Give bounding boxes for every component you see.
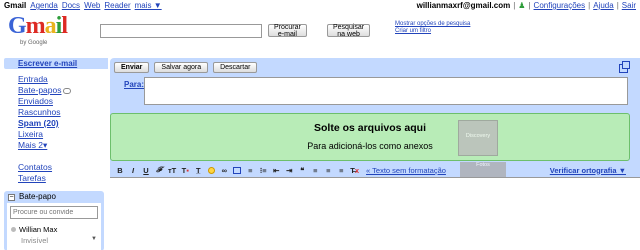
highlight-icon[interactable]: T̲ bbox=[194, 166, 202, 175]
save-draft-button[interactable]: Salvar agora bbox=[154, 62, 209, 73]
italic-icon[interactable]: I bbox=[129, 166, 137, 175]
gmail-logo[interactable]: Gmail by Google bbox=[8, 14, 88, 50]
chat-user-name: Willian Max bbox=[19, 225, 58, 234]
chat-body: Willian Max Invisível ▼ bbox=[7, 203, 101, 250]
settings-link[interactable]: Configurações bbox=[534, 1, 586, 10]
create-filter-link[interactable]: Criar um filtro bbox=[395, 28, 431, 34]
search-input[interactable] bbox=[100, 24, 262, 38]
plain-text-link[interactable]: « Texto sem formatação bbox=[366, 166, 446, 175]
collapse-icon[interactable]: − bbox=[8, 193, 15, 201]
top-nav-web[interactable]: Web bbox=[84, 1, 100, 10]
chat-user[interactable]: Willian Max bbox=[11, 225, 57, 234]
chat-search-input[interactable] bbox=[10, 206, 98, 219]
folder-list: Entrada Bate-papos Enviados Rascunhos Sp… bbox=[18, 74, 72, 150]
sidebar-item-contacts[interactable]: Contatos bbox=[18, 162, 52, 172]
sidebar-item-chats[interactable]: Bate-papos bbox=[18, 85, 61, 95]
compose-mail-link[interactable]: Escrever e-mail bbox=[4, 58, 108, 69]
search-mail-button[interactable]: Procurar e-mail bbox=[268, 24, 307, 38]
gmail-wordmark: Gmail bbox=[8, 13, 68, 39]
account-bar: willianmaxrf@gmail.com | ♟ | Configuraçõ… bbox=[416, 1, 636, 10]
to-label[interactable]: Para: bbox=[124, 80, 144, 89]
sidebar-item-sent[interactable]: Enviados bbox=[18, 96, 71, 106]
formatting-toolbar: B I U 𝓕 тT T ▪ T̲ ∞ ≡ ⁝≡ ⇤ ⇥ ❝ ≡ ≡ ≡ T̶ x … bbox=[116, 164, 628, 176]
top-nav-more[interactable]: mais ▼ bbox=[135, 1, 162, 10]
bullet-list-icon[interactable]: ⁝≡ bbox=[259, 166, 267, 175]
text-color-icon[interactable]: T ▪ bbox=[181, 166, 189, 175]
status-dot-icon bbox=[11, 227, 16, 232]
status-dropdown-icon[interactable]: ▼ bbox=[91, 236, 97, 242]
signout-link[interactable]: Sair bbox=[622, 1, 636, 10]
top-nav-agenda[interactable]: Agenda bbox=[30, 1, 58, 10]
dragged-file-label: Fotos bbox=[460, 162, 506, 178]
font-icon[interactable]: 𝓕 bbox=[155, 165, 163, 175]
sidebar-item-more[interactable]: Mais 2▾ bbox=[18, 140, 71, 150]
help-link[interactable]: Ajuda bbox=[593, 1, 613, 10]
drop-zone-title: Solte os arquivos aqui bbox=[313, 122, 427, 134]
message-body[interactable] bbox=[110, 177, 640, 250]
to-field[interactable] bbox=[144, 77, 628, 105]
top-nav-docs[interactable]: Docs bbox=[62, 1, 80, 10]
show-search-options-link[interactable]: Mostrar opções de pesquisa bbox=[395, 21, 470, 27]
bold-icon[interactable]: B bbox=[116, 166, 124, 175]
image-icon[interactable] bbox=[233, 166, 242, 175]
sidebar-item-trash[interactable]: Lixeira bbox=[18, 129, 71, 139]
by-google: by Google bbox=[20, 40, 48, 46]
outdent-icon[interactable]: ⇤ bbox=[272, 166, 280, 175]
top-bar: Gmail Agenda Docs Web Reader mais ▼ will… bbox=[0, 0, 640, 10]
chat-title: Bate-papo bbox=[19, 192, 56, 201]
search-web-button[interactable]: Pesquisar na web bbox=[327, 24, 371, 38]
spellcheck-link[interactable]: Verificar ortografia ▼ bbox=[550, 166, 626, 175]
sidebar-item-drafts[interactable]: Rascunhos bbox=[18, 107, 71, 117]
chat-status[interactable]: Invisível bbox=[21, 236, 48, 245]
font-size-icon[interactable]: тT bbox=[168, 166, 176, 175]
top-nav: Gmail Agenda Docs Web Reader mais ▼ bbox=[4, 1, 162, 10]
top-nav-gmail[interactable]: Gmail bbox=[4, 1, 26, 10]
align-left-icon[interactable]: ≡ bbox=[311, 166, 319, 175]
dragged-file-thumbnail: Discovery bbox=[458, 120, 498, 156]
user-icon: ♟ bbox=[518, 1, 526, 10]
drop-zone[interactable]: Solte os arquivos aqui Para adicioná-los… bbox=[110, 113, 630, 161]
secondary-links: Contatos Tarefas bbox=[18, 162, 52, 183]
compose-panel: Enviar Salvar agora Descartar Para: Solt… bbox=[110, 58, 640, 250]
remove-format-icon[interactable]: T̶ x bbox=[350, 166, 359, 175]
send-button[interactable]: Enviar bbox=[114, 62, 150, 73]
align-center-icon[interactable]: ≡ bbox=[324, 166, 332, 175]
indent-icon[interactable]: ⇥ bbox=[285, 166, 293, 175]
discard-button[interactable]: Descartar bbox=[213, 62, 258, 73]
chat-panel: − Bate-papo Willian Max Invisível ▼ bbox=[4, 191, 104, 250]
sidebar-item-spam[interactable]: Spam (20) bbox=[18, 118, 71, 128]
numbered-list-icon[interactable]: ≡ bbox=[246, 166, 254, 175]
align-right-icon[interactable]: ≡ bbox=[337, 166, 345, 175]
compose-actions: Enviar Salvar agora Descartar bbox=[114, 62, 258, 73]
sidebar-item-inbox[interactable]: Entrada bbox=[18, 74, 71, 84]
drop-zone-subtitle: Para adicioná-los como anexos bbox=[307, 141, 433, 151]
sidebar: Escrever e-mail Entrada Bate-papos Envia… bbox=[0, 58, 108, 250]
chat-bubble-icon bbox=[63, 87, 72, 94]
chat-header[interactable]: − Bate-papo bbox=[4, 191, 104, 203]
search-options: Mostrar opções de pesquisa Criar um filt… bbox=[395, 21, 515, 35]
search-area: Procurar e-mail Pesquisar na web Mostrar… bbox=[100, 21, 470, 38]
account-email: willianmaxrf@gmail.com bbox=[416, 1, 511, 10]
sidebar-item-tasks[interactable]: Tarefas bbox=[18, 173, 52, 183]
underline-icon[interactable]: U bbox=[142, 166, 150, 175]
top-nav-reader[interactable]: Reader bbox=[104, 1, 130, 10]
popout-icon[interactable] bbox=[619, 61, 630, 73]
emoji-icon[interactable] bbox=[207, 166, 215, 175]
quote-icon[interactable]: ❝ bbox=[298, 166, 306, 175]
link-icon[interactable]: ∞ bbox=[220, 166, 228, 175]
